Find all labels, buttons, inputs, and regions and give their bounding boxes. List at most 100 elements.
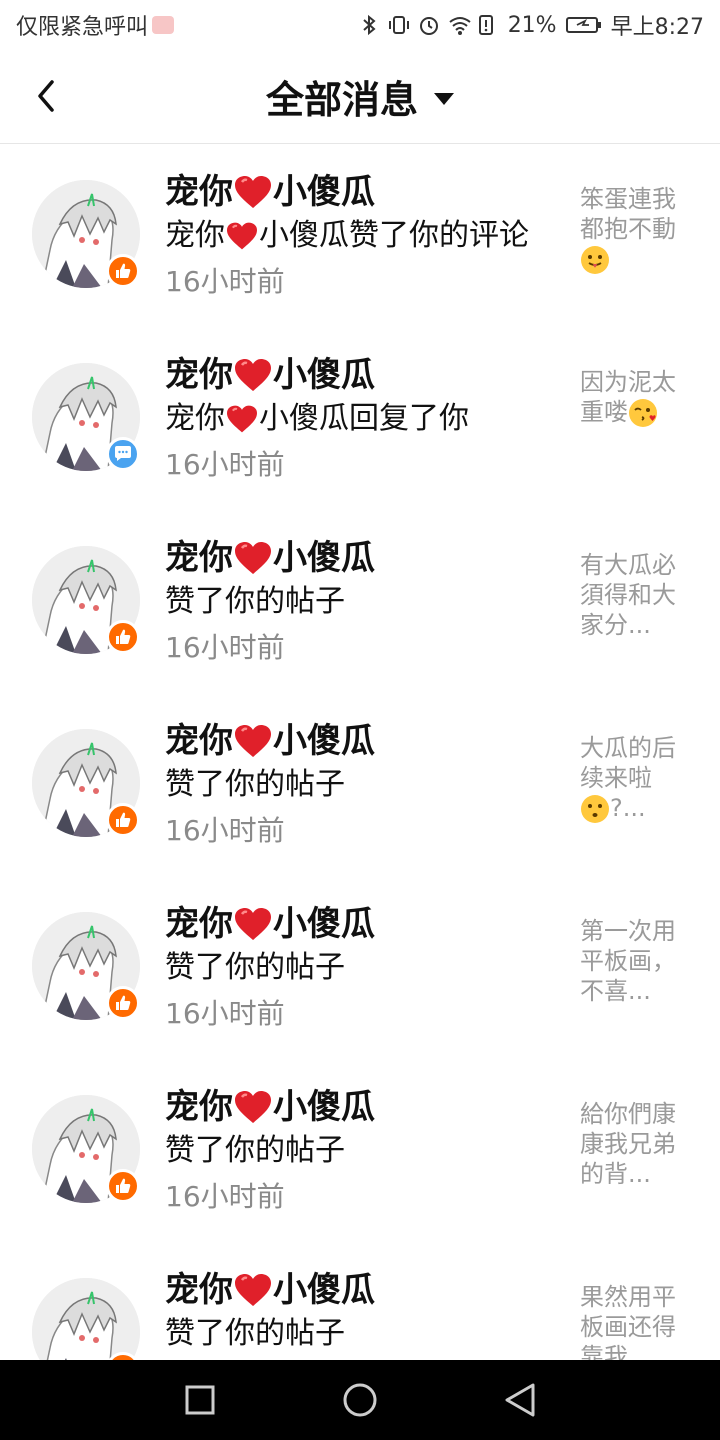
home-button[interactable] — [330, 1370, 390, 1430]
text-segment: 平板画， — [580, 947, 676, 975]
preview-line: 的背... — [580, 1159, 690, 1189]
post-preview[interactable]: 第一次用 平板画， 不喜... — [580, 916, 690, 1006]
page-title: 全部消息 — [265, 78, 418, 122]
avatar-illustration — [32, 1278, 140, 1360]
post-preview[interactable]: 有大瓜必 須得和大 家分... — [580, 550, 690, 640]
sender-name[interactable]: 宠你 小傻瓜 — [165, 170, 555, 214]
notification-app-icon — [152, 16, 175, 34]
post-preview[interactable]: 因为泥太 重喽 — [580, 367, 690, 428]
text-segment: 都抱不動 — [580, 215, 676, 243]
notification-item[interactable]: 宠你 小傻瓜 赞了你的帖子 16小时前 大瓜的后 续来啦 ?... — [0, 693, 720, 876]
text-segment: 宠你 — [165, 1087, 233, 1127]
heart-emoji-icon — [235, 359, 271, 391]
recent-apps-icon — [185, 1385, 215, 1415]
text-segment: 小傻瓜 — [273, 1087, 375, 1127]
thumbs-up-icon — [116, 812, 131, 827]
tongue-emoji-icon — [581, 246, 609, 274]
sender-name[interactable]: 宠你 小傻瓜 — [165, 353, 555, 397]
sender-name[interactable]: 宠你 小傻瓜 — [165, 902, 555, 946]
avatar[interactable] — [32, 1278, 140, 1360]
heart-emoji-icon — [235, 1274, 271, 1306]
preview-line — [580, 244, 690, 275]
back-button[interactable] — [26, 76, 66, 116]
status-bar: 仅限紧急呼叫 21% 早上8:27 — [0, 0, 720, 50]
notification-item[interactable]: 宠你 小傻瓜 宠你 小傻瓜回复了你 16小时前 因为泥太 重喽 — [0, 327, 720, 510]
heart-emoji-icon — [227, 405, 257, 433]
notification-item[interactable]: 宠你 小傻瓜 宠你 小傻瓜赞了你的评论 16小时前 笨蛋連我 都抱不動 — [0, 144, 720, 327]
notification-time: 16小时前 — [165, 448, 285, 481]
heart-emoji-icon — [235, 542, 271, 574]
notification-list[interactable]: 宠你 小傻瓜 宠你 小傻瓜赞了你的评论 16小时前 笨蛋連我 都抱不動 宠你 小傻瓜 … — [0, 144, 720, 1360]
post-preview[interactable]: 果然用平 板画还得 靠我... — [580, 1282, 690, 1360]
notification-item[interactable]: 宠你 小傻瓜 赞了你的帖子 16小时前 第一次用 平板画， 不喜... — [0, 876, 720, 1059]
recent-apps-button[interactable] — [170, 1370, 230, 1430]
text-segment: 重喽 — [580, 398, 628, 426]
battery-icon — [565, 14, 603, 36]
kiss-emoji-icon — [629, 399, 657, 427]
notification-item[interactable]: 宠你 小傻瓜 赞了你的帖子 16小时前 給你們康 康我兄弟 的背... — [0, 1059, 720, 1242]
sender-name[interactable]: 宠你 小傻瓜 — [165, 719, 555, 763]
preview-line: 大瓜的后 — [580, 733, 690, 763]
thumbs-up-icon — [116, 1178, 131, 1193]
text-segment: 宠你 — [165, 538, 233, 578]
sender-name[interactable]: 宠你 小傻瓜 — [165, 1085, 555, 1129]
back-icon — [505, 1383, 535, 1417]
notification-content: 宠你 小傻瓜 赞了你的帖子 16小时前 — [165, 1085, 555, 1221]
preview-line: 笨蛋連我 — [580, 184, 690, 214]
notification-message: 赞了你的帖子 — [165, 1129, 555, 1173]
heart-emoji-icon — [235, 908, 271, 940]
text-segment: 赞了你的帖子 — [165, 1133, 345, 1168]
notification-message: 赞了你的帖子 — [165, 946, 555, 990]
like-badge — [106, 803, 140, 837]
like-badge — [106, 986, 140, 1020]
notification-content: 宠你 小傻瓜 赞了你的帖子 16小时前 — [165, 719, 555, 855]
text-segment: 宠你 — [165, 355, 233, 395]
preview-line: 第一次用 — [580, 916, 690, 946]
preview-line: 板画还得 — [580, 1312, 690, 1342]
text-segment: 果然用平 — [580, 1283, 676, 1311]
nav-back-button[interactable] — [490, 1370, 550, 1430]
notification-item[interactable]: 宠你 小傻瓜 赞了你的帖子 果然用平 板画还得 靠我... — [0, 1242, 720, 1360]
text-segment: 第一次用 — [580, 917, 676, 945]
post-preview[interactable]: 大瓜的后 续来啦 ?... — [580, 733, 690, 824]
preview-line: ?... — [580, 793, 690, 824]
text-segment: 宠你 — [165, 904, 233, 944]
text-segment: 续来啦 — [580, 764, 652, 792]
notification-item[interactable]: 宠你 小傻瓜 赞了你的帖子 16小时前 有大瓜必 須得和大 家分... — [0, 510, 720, 693]
notification-message: 赞了你的帖子 — [165, 580, 555, 624]
preview-line: 平板画， — [580, 946, 690, 976]
sender-name[interactable]: 宠你 小傻瓜 — [165, 1268, 555, 1312]
text-segment: 赞了你的帖子 — [165, 767, 345, 802]
notification-content: 宠你 小傻瓜 赞了你的帖子 16小时前 — [165, 902, 555, 1038]
thumbs-up-icon — [116, 629, 131, 644]
text-segment: 有大瓜必 — [580, 551, 676, 579]
system-nav-bar — [0, 1360, 720, 1440]
text-segment: 小傻瓜赞了你的评论 — [259, 218, 529, 253]
text-segment: 小傻瓜 — [273, 355, 375, 395]
text-segment: 不喜... — [580, 977, 651, 1005]
notification-message: 宠你 小傻瓜回复了你 — [165, 397, 555, 441]
carrier-text: 仅限紧急呼叫 — [16, 15, 149, 40]
notification-time: 16小时前 — [165, 814, 285, 847]
heart-emoji-icon — [235, 176, 271, 208]
home-icon — [343, 1383, 377, 1417]
chat-bubble-icon — [115, 446, 131, 461]
text-segment: 宠你 — [165, 721, 233, 761]
post-preview[interactable]: 笨蛋連我 都抱不動 — [580, 184, 690, 275]
heart-emoji-icon — [227, 222, 257, 250]
text-segment: 板画还得 — [580, 1313, 676, 1341]
preview-line: 靠我... — [580, 1342, 690, 1360]
text-segment: 小傻瓜回复了你 — [259, 401, 469, 436]
sender-name[interactable]: 宠你 小傻瓜 — [165, 536, 555, 580]
alarm-icon — [418, 14, 440, 36]
text-segment: 赞了你的帖子 — [165, 950, 345, 985]
text-segment: 小傻瓜 — [273, 172, 375, 212]
preview-line: 給你們康 — [580, 1099, 690, 1129]
preview-line: 不喜... — [580, 976, 690, 1006]
notification-time: 16小时前 — [165, 631, 285, 664]
post-preview[interactable]: 給你們康 康我兄弟 的背... — [580, 1099, 690, 1189]
notification-time: 16小时前 — [165, 997, 285, 1030]
message-filter-dropdown[interactable]: 全部消息 — [266, 69, 454, 124]
text-segment: 赞了你的帖子 — [165, 1316, 345, 1351]
battery-alert-icon — [478, 14, 500, 36]
